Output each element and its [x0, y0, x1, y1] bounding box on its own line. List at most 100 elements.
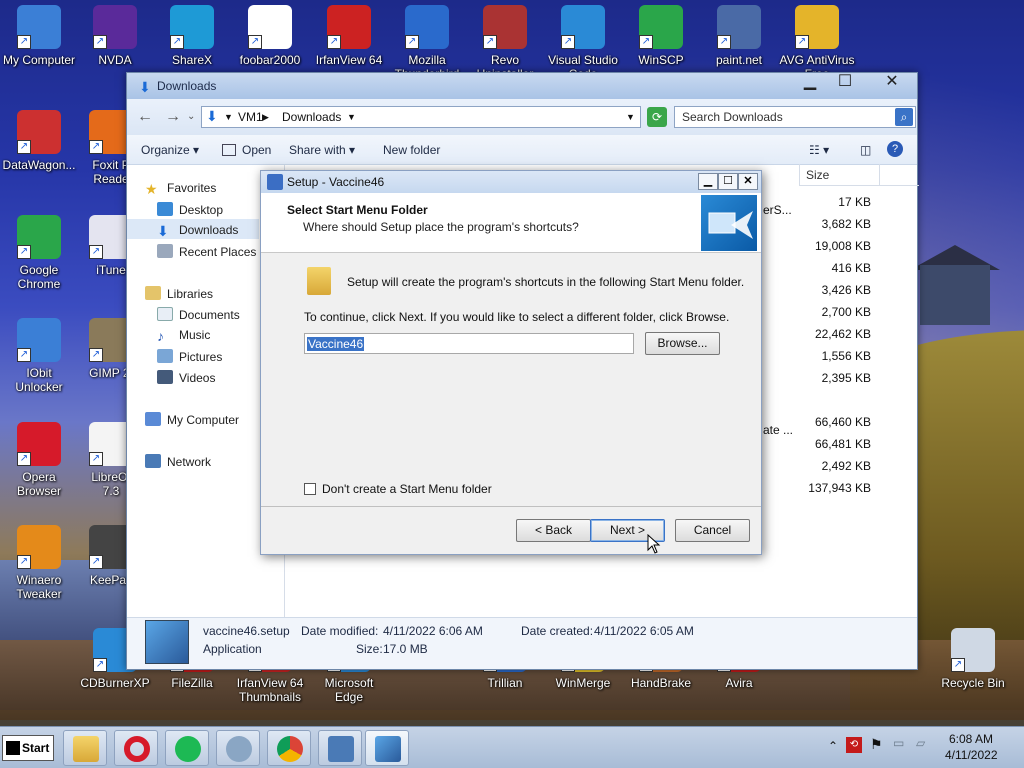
desktop-icon-thunderbird[interactable]: ↗MozillaThunderbird [386, 5, 468, 81]
datawagon-icon: ↗ [17, 110, 61, 154]
open-button[interactable]: Open [222, 143, 271, 157]
desktop-icon-nvda[interactable]: ↗ NVDA [74, 5, 156, 67]
desktop-icon-chrome[interactable]: ↗ Google Chrome [0, 215, 80, 291]
shortcut-arrow-icon: ↗ [89, 245, 103, 259]
desktop-icon-computer[interactable]: ↗ My Computer [0, 5, 80, 67]
taskbar-opera[interactable] [114, 730, 158, 766]
recent-pages-chevron-icon[interactable]: ⌄ [187, 111, 195, 122]
desktop-icon-paintnet[interactable]: ↗ paint.net [698, 5, 780, 67]
dialog-heading: Select Start Menu Folder [287, 203, 428, 217]
dialog-titlebar[interactable]: Setup - Vaccine46 ▁ ☐ ✕ [261, 171, 761, 193]
desktop-icon-recycle-bin[interactable]: ↗ Recycle Bin [932, 628, 1014, 690]
maximize-button[interactable]: ☐ [822, 73, 868, 93]
share-with-button[interactable]: Share with ▾ [289, 143, 355, 157]
desktop-icon-vscode[interactable]: ↗Visual StudioCode [542, 5, 624, 81]
desktop-icon-avg[interactable]: ↗AVG AntiVirusFree [776, 5, 858, 81]
preview-pane-icon[interactable]: ◫ [860, 143, 871, 157]
nav-libraries[interactable]: Libraries [145, 286, 213, 301]
desktop-icon-irfanview[interactable]: ↗ IrfanView 64 [308, 5, 390, 67]
taskbar-spotify[interactable] [165, 730, 209, 766]
nav-pictures-label: Pictures [179, 350, 223, 364]
back-arrow-icon[interactable]: ← [137, 108, 153, 126]
address-folder-chevron-icon[interactable]: ▼ [347, 112, 356, 122]
cancel-button[interactable]: Cancel [675, 519, 750, 542]
shortcut-arrow-icon: ↗ [89, 452, 103, 466]
search-icon[interactable]: ⌕ [895, 108, 913, 126]
download-icon: ⬇ [157, 223, 169, 239]
address-bar[interactable]: ⬇ ▼ VM1 ▶ Downloads ▼ ▼ [201, 106, 641, 128]
dialog-close-button[interactable]: ✕ [738, 173, 758, 190]
close-button[interactable]: ✕ [869, 73, 915, 93]
nav-recent-places[interactable]: Recent Places [157, 244, 256, 259]
desktop-icon-opera[interactable]: ↗ Opera Browser [0, 422, 80, 498]
new-folder-button[interactable]: New folder [383, 143, 440, 157]
setup-app-icon [267, 174, 283, 190]
search-input[interactable]: Search Downloads ⌕ [674, 106, 916, 128]
desktop-icon-winaero[interactable]: ↗ Winaero Tweaker [0, 525, 80, 601]
desktop-icon-revo[interactable]: ↗RevoUninstaller [464, 5, 546, 81]
details-file-type: Application [203, 642, 262, 656]
refresh-icon[interactable]: ⟳ [647, 107, 667, 127]
nav-videos[interactable]: Videos [157, 370, 215, 385]
tray-network-icon[interactable]: ▭ [893, 736, 904, 750]
setup-icon [375, 736, 401, 762]
address-root[interactable]: VM1 [238, 110, 263, 124]
start-button[interactable]: Start [2, 735, 54, 761]
desktop-icon-iobit[interactable]: ↗ IObit Unlocker [0, 318, 80, 394]
clock-date[interactable]: 4/11/2022 [945, 748, 998, 762]
help-icon[interactable]: ? [887, 141, 903, 157]
desktop-icon-label: WinSCP [638, 53, 684, 67]
clock-time[interactable]: 6:08 AM [949, 732, 993, 746]
file-size-cell: 17 KB [838, 195, 871, 209]
taskbar-setup[interactable] [365, 730, 409, 766]
dialog-maximize-button[interactable]: ☐ [718, 173, 738, 190]
dialog-minimize-button[interactable]: ▁ [698, 173, 718, 190]
taskbar-chrome[interactable] [267, 730, 311, 766]
file-size-cell: 66,481 KB [814, 437, 871, 451]
nav-desktop[interactable]: Desktop [157, 202, 223, 217]
tray-expand-icon[interactable]: ⌃ [828, 739, 838, 753]
organize-button[interactable]: Organize ▾ [141, 143, 199, 157]
details-created-label: Date created: [521, 624, 594, 638]
desktop-icon-winscp[interactable]: ↗ WinSCP [620, 5, 702, 67]
forward-arrow-icon[interactable]: → [165, 108, 181, 126]
desktop-icon-label: FileZilla [171, 676, 213, 690]
desktop-icon-sharex[interactable]: ↗ ShareX [151, 5, 233, 67]
setup-dialog[interactable]: Setup - Vaccine46 ▁ ☐ ✕ Select Start Men… [260, 170, 762, 555]
column-header-extra[interactable] [879, 164, 919, 186]
nav-downloads-label: Downloads [179, 223, 239, 237]
taskbar-network-tool[interactable] [216, 730, 260, 766]
network-tool-icon [226, 736, 252, 762]
nav-network[interactable]: Network [145, 454, 211, 469]
nav-favorites[interactable]: ★ Favorites [145, 181, 216, 197]
nav-downloads[interactable]: ⬇ Downloads [157, 223, 239, 239]
nav-music[interactable]: ♪ Music [157, 328, 210, 344]
column-header-size[interactable]: Size [799, 164, 879, 186]
tray-app-icon[interactable]: ⟲ [846, 737, 862, 753]
thunderbird-icon: ↗ [405, 5, 449, 49]
desktop-icon-datawagon[interactable]: ↗ DataWagon... [0, 110, 80, 172]
nav-my-computer[interactable]: My Computer [145, 412, 239, 427]
view-options-icon[interactable]: ☷ ▾ [809, 143, 829, 157]
setup-wizard-logo-icon [701, 195, 757, 251]
taskbar-file-explorer[interactable] [63, 730, 107, 766]
tray-volume-icon[interactable]: ▱ [916, 736, 925, 750]
taskbar-remote-desktop[interactable] [318, 730, 362, 766]
tray-flag-icon[interactable]: ⚑ [870, 736, 883, 753]
browse-button[interactable]: Browse... [645, 332, 720, 355]
explorer-titlebar[interactable]: ⬇ Downloads ▁ ☐ ✕ [127, 73, 917, 99]
nav-documents[interactable]: Documents [157, 307, 240, 322]
no-start-menu-checkbox[interactable] [304, 483, 316, 495]
nav-pictures[interactable]: Pictures [157, 349, 222, 364]
star-icon: ★ [145, 181, 158, 197]
address-chevron-icon[interactable]: ▼ [224, 112, 233, 122]
start-menu-folder-input[interactable]: Vaccine46 [304, 333, 634, 354]
nav-documents-label: Documents [179, 308, 240, 322]
address-history-chevron-icon[interactable]: ▼ [626, 112, 635, 122]
address-folder[interactable]: Downloads [282, 110, 341, 124]
address-sep-icon[interactable]: ▶ [262, 112, 269, 123]
open-label: Open [242, 143, 272, 157]
no-start-menu-label[interactable]: Don't create a Start Menu folder [322, 482, 492, 496]
desktop-icon-foobar[interactable]: ↗ foobar2000 [229, 5, 311, 67]
back-button[interactable]: < Back [516, 519, 591, 542]
